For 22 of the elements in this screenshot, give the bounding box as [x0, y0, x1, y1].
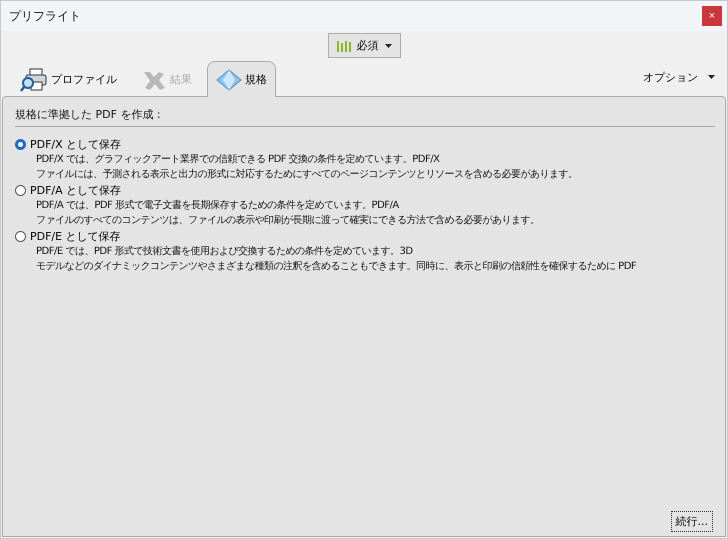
filter-dropdown[interactable]: 必須	[328, 33, 400, 58]
radio-option[interactable]: PDF/A として保存	[15, 182, 122, 198]
radio-option[interactable]: PDF/E として保存	[15, 228, 121, 244]
description-text: モデルなどのダイナミックコンテンツやさまざまな種類の注釈を含めることもできます。同時に、表示と印刷の信頼性を確保するために PDF	[36, 260, 636, 274]
radio-option[interactable]: PDF/X として保存	[15, 136, 122, 152]
continue-button[interactable]: 続行...	[670, 511, 713, 532]
printer-magnifier-icon	[20, 68, 48, 92]
description-text: PDF/A では、PDF 形式で電子文書を長期保存するための条件を定めています。PDF/A	[36, 198, 399, 213]
bars-icon	[336, 40, 350, 52]
caret-icon	[384, 44, 392, 48]
close-button[interactable]: ×	[702, 6, 722, 26]
tab[interactable]: 規格	[207, 61, 276, 97]
description-text: PDF/X では、グラフィックアート業界での信頼できる PDF 交換の条件を定めています。PDF/X	[36, 152, 440, 167]
panel-heading: 規格に準拠した PDF を作成 :	[15, 107, 162, 122]
window-title: プリフライト	[9, 8, 81, 24]
caret-icon	[708, 75, 715, 79]
diamond-icon	[216, 68, 242, 90]
description-text: ファイルのすべてのコンテンツは、ファイルの表示や印刷が長期に渡って確実にできる方法で含める必要があります。	[36, 214, 540, 228]
description-text: PDF/E では、PDF 形式で技術文書を使用および交換するための条件を定めています。3D	[36, 244, 413, 259]
description-text: ファイルには、予測される表示と出力の形式に対応するためにすべてのページコンテンツとリソースを含める必要があります。	[36, 168, 578, 182]
tab[interactable]: プロファイル	[11, 62, 126, 96]
options-menu[interactable]: オプション	[637, 68, 721, 86]
